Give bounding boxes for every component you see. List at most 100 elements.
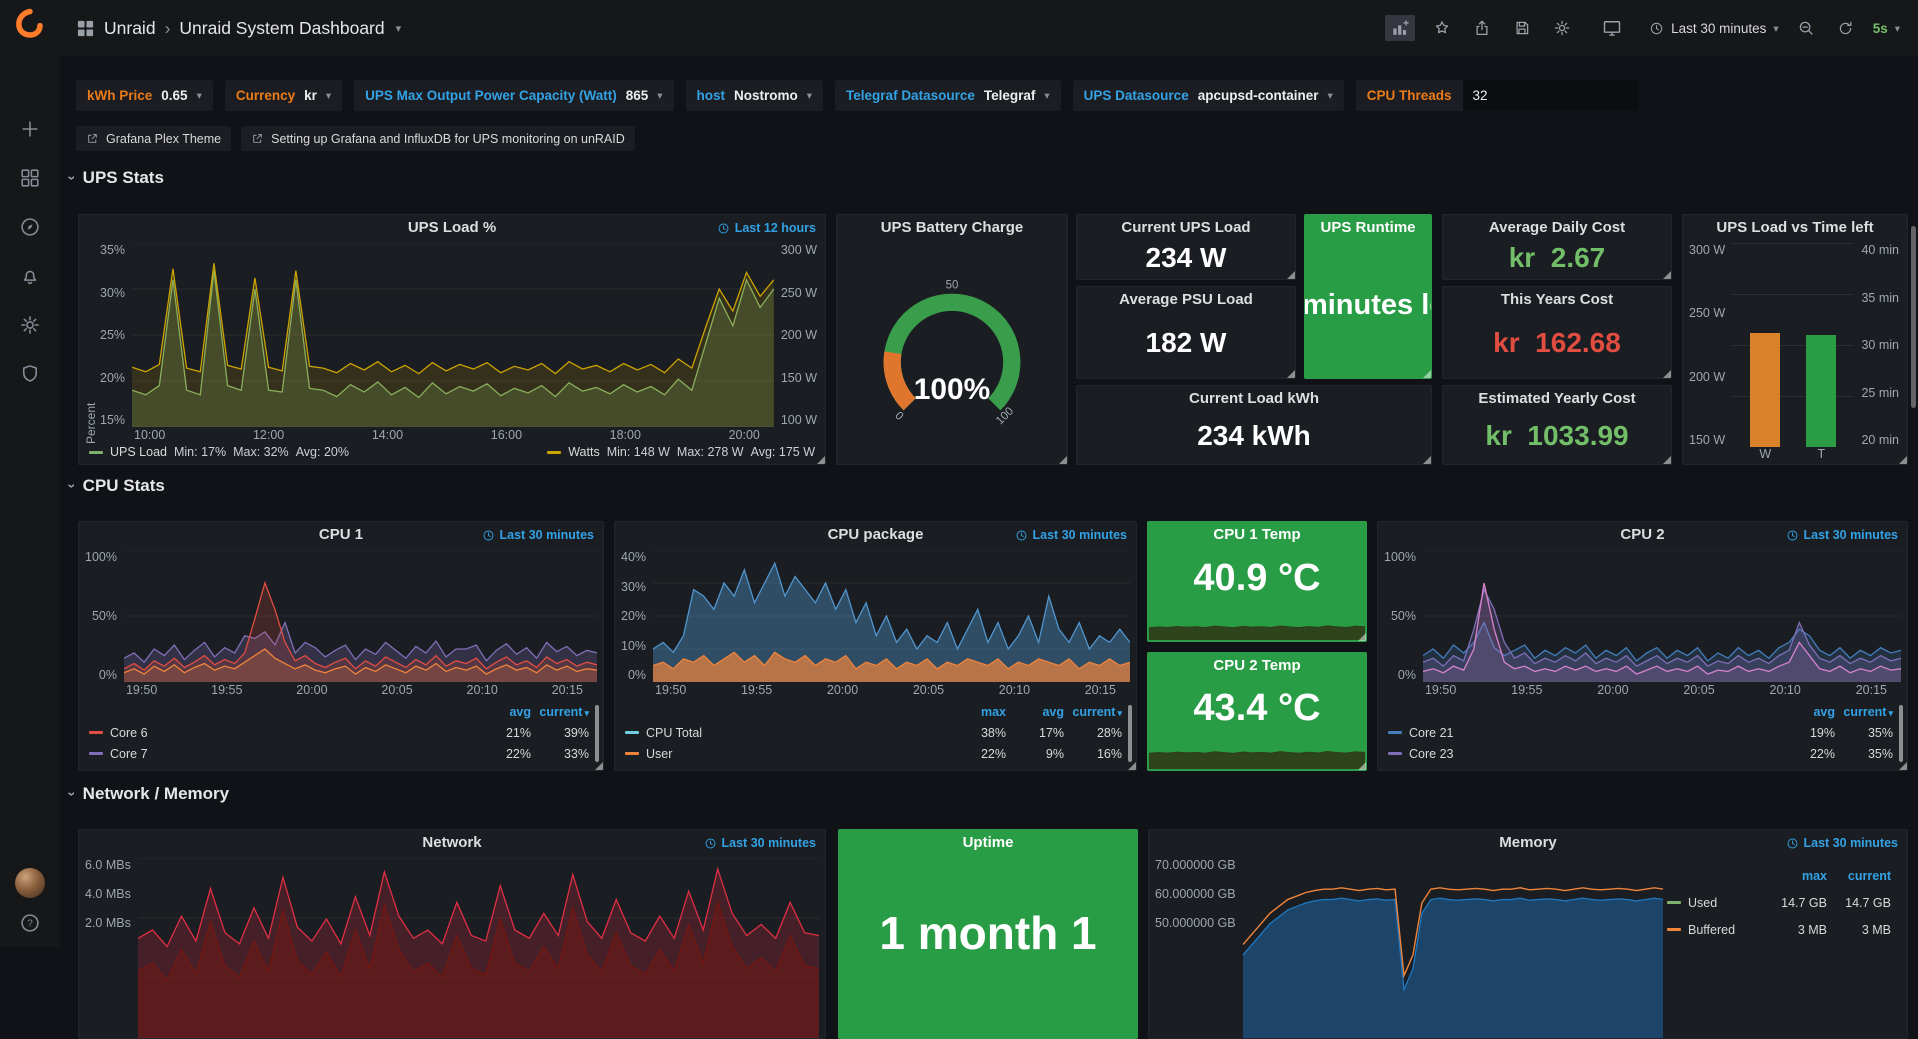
panel-title[interactable]: UPS Load vs Time left [1683, 215, 1907, 241]
caret-down-icon[interactable]: ▾ [396, 22, 402, 35]
variable-ups-datasource[interactable]: UPS Datasource apcupsd-container ▾ [1073, 80, 1344, 111]
legend-sort-max[interactable]: max [1763, 869, 1827, 883]
panel-resize-handle[interactable] [1059, 456, 1067, 464]
cpu1-chart[interactable] [124, 550, 597, 682]
memory-chart[interactable] [1243, 858, 1663, 1038]
refresh-button[interactable] [1833, 15, 1859, 41]
sidebar-admin-button[interactable] [0, 360, 60, 388]
legend-series-name[interactable]: User [646, 747, 672, 761]
legend-scrollbar[interactable] [1899, 705, 1903, 762]
panel-resize-handle[interactable] [1358, 633, 1366, 641]
top-navbar: Unraid › Unraid System Dashboard ▾ Last … [60, 0, 1918, 56]
panel-resize-handle[interactable] [1663, 271, 1671, 279]
legend-series-name[interactable]: Used [1688, 896, 1717, 910]
panel-resize-handle[interactable] [1358, 762, 1366, 770]
variable-cpu-threads[interactable]: CPU Threads 32 [1356, 80, 1639, 111]
sidebar-explore-button[interactable] [0, 213, 60, 241]
user-avatar-button[interactable] [0, 869, 60, 897]
legend-series-name[interactable]: Watts [568, 445, 599, 459]
legend-series-name[interactable]: CPU Total [646, 726, 702, 740]
panel-resize-handle[interactable] [1899, 762, 1907, 770]
link-grafana-plex-theme[interactable]: Grafana Plex Theme [76, 126, 231, 151]
refresh-interval-picker[interactable]: 5s ▾ [1873, 21, 1900, 36]
x-tick: 16:00 [491, 428, 522, 444]
section-cpu-stats[interactable]: › CPU Stats [70, 476, 165, 496]
legend-sort-current[interactable]: current▾ [1064, 705, 1122, 719]
page-scrollbar[interactable] [1911, 226, 1916, 408]
legend-sort-current[interactable]: current▾ [531, 705, 589, 719]
sidebar-dashboards-button[interactable] [0, 164, 60, 192]
legend-series-name[interactable]: Core 23 [1409, 747, 1453, 761]
save-button[interactable] [1509, 15, 1535, 41]
panel-resize-handle[interactable] [1128, 762, 1136, 770]
y-tick: 30% [621, 580, 646, 594]
panel-resize-handle[interactable] [1663, 456, 1671, 464]
legend-sort-current[interactable]: current▾ [1835, 705, 1893, 719]
legend-series-name[interactable]: Core 7 [110, 747, 148, 761]
section-network-memory[interactable]: › Network / Memory [70, 784, 229, 804]
sidebar-configuration-button[interactable] [0, 311, 60, 339]
legend-sort-current[interactable]: current [1827, 869, 1891, 883]
cycle-view-button[interactable] [1599, 15, 1625, 41]
variable-kwh-price[interactable]: kWh Price 0.65 ▾ [76, 80, 213, 111]
star-button[interactable] [1429, 15, 1455, 41]
panel-resize-handle[interactable] [1423, 456, 1431, 464]
dashboard-settings-button[interactable] [1549, 15, 1575, 41]
sidebar-create-button[interactable] [0, 115, 60, 143]
ups-load-chart[interactable] [132, 243, 774, 427]
panel-title[interactable]: UPS Runtime [1305, 215, 1431, 241]
dashboard-title[interactable]: Unraid System Dashboard [179, 18, 384, 39]
panel-resize-handle[interactable] [595, 762, 603, 770]
legend-scrollbar[interactable] [595, 705, 599, 762]
panel-resize-handle[interactable] [1287, 271, 1295, 279]
legend-series-name[interactable]: Core 21 [1409, 726, 1453, 740]
breadcrumb-folder[interactable]: Unraid [104, 18, 156, 39]
ups-load-vs-time-bars[interactable] [1732, 243, 1854, 447]
panel-resize-handle[interactable] [1663, 370, 1671, 378]
variable-host[interactable]: host Nostromo ▾ [686, 80, 824, 111]
cpu2-chart[interactable] [1423, 550, 1901, 682]
x-tick: 20:00 [827, 683, 858, 699]
legend-sort-avg[interactable]: avg [473, 705, 531, 719]
legend-sort-avg[interactable]: avg [1777, 705, 1835, 719]
zoom-out-time-button[interactable] [1793, 15, 1819, 41]
variable-ups-max-output[interactable]: UPS Max Output Power Capacity (Watt) 865… [354, 80, 673, 111]
cpu-package-chart[interactable] [653, 550, 1130, 682]
panel-title[interactable]: CPU 1 Temp [1148, 522, 1366, 548]
network-chart[interactable] [138, 858, 819, 1038]
caret-down-icon: ▾ [1773, 22, 1778, 35]
panel-resize-handle[interactable] [1287, 370, 1295, 378]
panel-title[interactable]: UPS Load % [79, 215, 825, 241]
variable-telegraf-datasource[interactable]: Telegraf Datasource Telegraf ▾ [835, 80, 1061, 111]
panel-title[interactable]: Estimated Yearly Cost [1443, 386, 1671, 412]
panel-ups-runtime: UPS Runtime 31 minutes left! [1304, 214, 1432, 379]
time-range-picker[interactable]: Last 30 minutes ▾ [1649, 21, 1779, 36]
panel-title[interactable]: UPS Battery Charge [837, 215, 1067, 241]
panel-title[interactable]: Current UPS Load [1077, 215, 1295, 241]
legend-series-name[interactable]: Core 6 [110, 726, 148, 740]
panel-title[interactable]: Current Load kWh [1077, 386, 1431, 412]
panel-resize-handle[interactable] [1899, 456, 1907, 464]
link-ups-monitoring-guide[interactable]: Setting up Grafana and InfluxDB for UPS … [241, 126, 635, 151]
panel-title[interactable]: This Years Cost [1443, 287, 1671, 313]
variable-currency[interactable]: Currency kr ▾ [225, 80, 342, 111]
sidebar-alerting-button[interactable] [0, 262, 60, 290]
panel-title[interactable]: Uptime [839, 830, 1137, 856]
panel-title[interactable]: Average Daily Cost [1443, 215, 1671, 241]
grafana-logo[interactable] [14, 8, 46, 45]
panel-resize-handle[interactable] [1423, 370, 1431, 378]
section-ups-stats[interactable]: › UPS Stats [70, 168, 164, 188]
legend-series-name[interactable]: Buffered [1688, 923, 1735, 937]
help-button[interactable]: ? [0, 909, 60, 937]
panel-title[interactable]: CPU 2 Temp [1148, 653, 1366, 679]
add-panel-button[interactable] [1385, 15, 1415, 41]
panel-resize-handle[interactable] [817, 456, 825, 464]
legend-scrollbar[interactable] [1128, 705, 1132, 762]
legend-sort-avg[interactable]: avg [1006, 705, 1064, 719]
refresh-icon [1837, 20, 1854, 37]
variable-input[interactable]: 32 [1463, 80, 1639, 111]
legend-sort-max[interactable]: max [948, 705, 1006, 719]
panel-title[interactable]: Average PSU Load [1077, 287, 1295, 313]
share-button[interactable] [1469, 15, 1495, 41]
legend-series-name[interactable]: UPS Load [110, 445, 167, 459]
